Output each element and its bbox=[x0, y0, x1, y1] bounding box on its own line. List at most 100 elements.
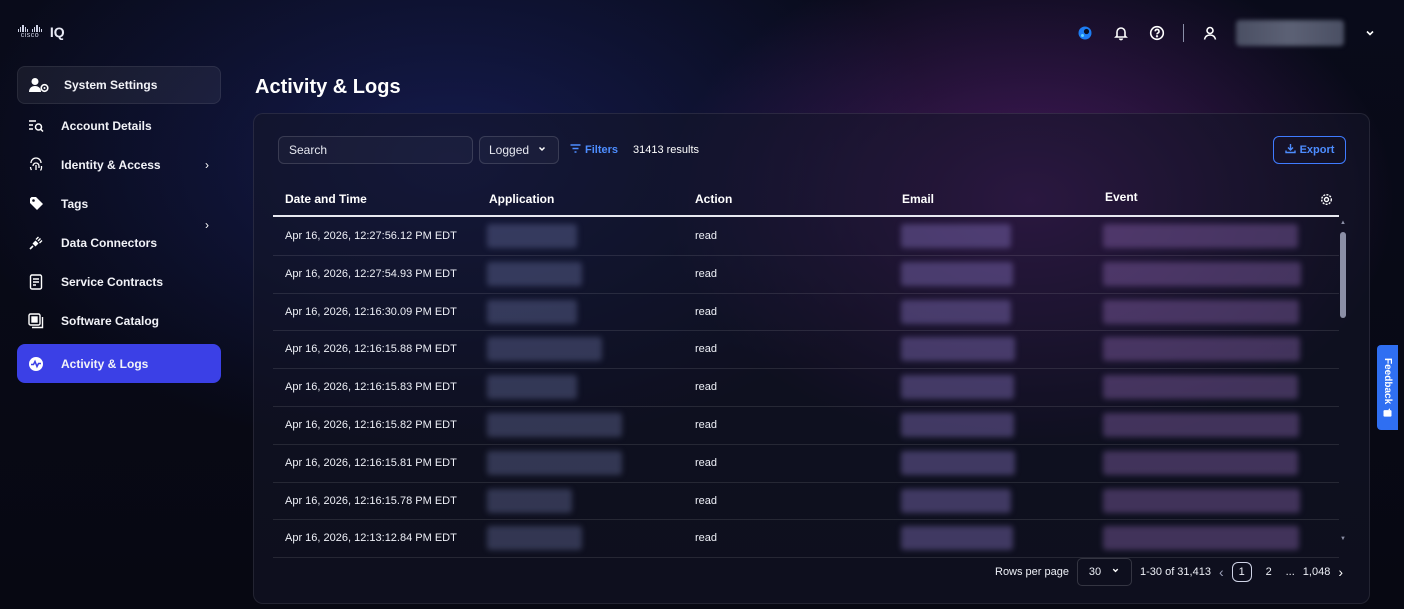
topbar-divider bbox=[1183, 24, 1184, 42]
cisco-iq-logo[interactable]: cisco IQ bbox=[18, 24, 65, 40]
rows-per-page-value: 30 bbox=[1088, 566, 1102, 578]
download-icon bbox=[1284, 143, 1296, 157]
cell-email-redacted bbox=[901, 261, 1013, 286]
table-row[interactable]: Apr 16, 2026, 12:16:15.82 PM EDT read bbox=[273, 407, 1339, 445]
plug-icon bbox=[27, 234, 45, 252]
filters-button[interactable]: Filters bbox=[570, 144, 618, 156]
cell-email-redacted bbox=[901, 526, 1013, 551]
search-input[interactable] bbox=[289, 143, 439, 157]
table-row[interactable]: Apr 16, 2026, 12:16:15.83 PM EDT read bbox=[273, 369, 1339, 407]
previous-page-icon[interactable]: ‹ bbox=[1219, 564, 1224, 580]
sidebar-item-label: Account Details bbox=[61, 118, 152, 133]
cell-application-redacted bbox=[487, 375, 577, 400]
cell-action: read bbox=[695, 456, 718, 469]
cell-application-redacted bbox=[487, 450, 622, 475]
sidebar-item-service-contracts[interactable]: Service Contracts bbox=[17, 262, 221, 301]
sidebar-item-identity-access[interactable]: Identity & Access › bbox=[17, 145, 221, 184]
table-scrollbar[interactable]: ▲ ▼ bbox=[1339, 220, 1347, 542]
cell-date-time: Apr 16, 2026, 12:16:15.78 PM EDT bbox=[285, 494, 457, 507]
page-range: 1-30 of 31,413 bbox=[1140, 566, 1211, 578]
sidebar-item-label: Service Contracts bbox=[61, 274, 164, 289]
cell-date-time: Apr 16, 2026, 12:16:30.09 PM EDT bbox=[285, 305, 457, 318]
list-search-icon bbox=[27, 117, 45, 135]
sidebar-item-tags[interactable]: Tags bbox=[17, 184, 221, 223]
sidebar-item-data-connectors[interactable]: Data Connectors bbox=[17, 223, 221, 262]
cell-action: read bbox=[695, 418, 718, 431]
cell-application-redacted bbox=[487, 299, 577, 324]
scroll-up-icon[interactable]: ▲ bbox=[1339, 220, 1347, 226]
help-icon[interactable] bbox=[1147, 23, 1167, 43]
column-settings-gear-icon[interactable] bbox=[1320, 193, 1333, 211]
sidebar-item-label: Data Connectors bbox=[61, 235, 158, 250]
sidebar-item-activity-logs[interactable]: Activity & Logs bbox=[17, 344, 221, 383]
page-button[interactable]: 2 bbox=[1260, 562, 1278, 582]
rows-per-page-select[interactable]: 30 bbox=[1077, 558, 1132, 586]
chevron-down-icon bbox=[1111, 566, 1120, 578]
cell-application-redacted bbox=[487, 412, 622, 437]
pagination: Rows per page 30 1-30 of 31,413 ‹ 1 2 ..… bbox=[995, 557, 1343, 587]
pagination-ellipsis: ... bbox=[1285, 566, 1295, 578]
cell-application-redacted bbox=[487, 261, 582, 286]
logo-wordmark: cisco bbox=[20, 32, 40, 39]
cell-action: read bbox=[695, 494, 718, 507]
column-header-application[interactable]: Application bbox=[489, 192, 554, 206]
column-header-email[interactable]: Email bbox=[902, 192, 934, 206]
table-row[interactable]: Apr 16, 2026, 12:16:15.81 PM EDT read bbox=[273, 445, 1339, 483]
page-button-current[interactable]: 1 bbox=[1231, 562, 1252, 582]
cell-event-redacted bbox=[1103, 526, 1299, 551]
scroll-down-icon[interactable]: ▼ bbox=[1339, 536, 1347, 542]
logs-panel: Logged Filters 31413 results Export Date… bbox=[253, 113, 1370, 604]
user-icon[interactable] bbox=[1200, 23, 1220, 43]
search-box[interactable] bbox=[278, 136, 473, 164]
chevron-right-icon: › bbox=[205, 157, 209, 172]
cell-action: read bbox=[695, 381, 718, 394]
filters-label: Filters bbox=[585, 144, 619, 156]
export-button[interactable]: Export bbox=[1273, 136, 1346, 164]
cell-event-redacted bbox=[1103, 224, 1298, 248]
cisco-logo-icon: cisco bbox=[18, 25, 42, 39]
chevron-down-icon bbox=[537, 143, 547, 157]
table-row[interactable]: Apr 16, 2026, 12:16:30.09 PM EDT read bbox=[273, 294, 1339, 332]
user-name-redacted[interactable] bbox=[1236, 20, 1344, 46]
cell-date-time: Apr 16, 2026, 12:16:15.88 PM EDT bbox=[285, 343, 457, 356]
logged-select-value: Logged bbox=[489, 143, 530, 157]
table-row[interactable]: Apr 16, 2026, 12:13:12.84 PM EDT read bbox=[273, 520, 1339, 559]
cell-email-redacted bbox=[901, 450, 1015, 475]
chevron-down-icon[interactable] bbox=[1360, 23, 1380, 43]
sidebar-system-settings[interactable]: System Settings › bbox=[17, 66, 221, 232]
cell-date-time: Apr 16, 2026, 12:27:56.12 PM EDT bbox=[285, 230, 457, 242]
sidebar-item-label: Tags bbox=[61, 196, 89, 211]
feedback-label: Feedback bbox=[1382, 357, 1393, 405]
cell-date-time: Apr 16, 2026, 12:27:54.93 PM EDT bbox=[285, 267, 457, 280]
cell-email-redacted bbox=[901, 224, 1011, 248]
bell-icon[interactable] bbox=[1111, 23, 1131, 43]
webex-icon[interactable] bbox=[1075, 23, 1095, 43]
cell-email-redacted bbox=[901, 299, 1011, 324]
table-row[interactable]: Apr 16, 2026, 12:16:15.88 PM EDT read bbox=[273, 331, 1339, 370]
cell-application-redacted bbox=[487, 526, 582, 551]
sidebar-item-account-details[interactable]: Account Details bbox=[17, 106, 221, 145]
page-button-last[interactable]: 1,048 bbox=[1303, 562, 1331, 582]
table-row[interactable]: Apr 16, 2026, 12:27:54.93 PM EDT read bbox=[273, 256, 1339, 294]
feedback-tab[interactable]: Feedback bbox=[1377, 345, 1398, 430]
filter-icon bbox=[570, 144, 581, 156]
cell-date-time: Apr 16, 2026, 12:13:12.84 PM EDT bbox=[285, 532, 457, 545]
scroll-thumb[interactable] bbox=[1340, 232, 1346, 318]
cell-application-redacted bbox=[487, 488, 572, 513]
contract-icon bbox=[27, 273, 45, 291]
cell-action: read bbox=[695, 343, 718, 356]
column-header-date[interactable]: Date and Time bbox=[285, 192, 367, 206]
column-header-action[interactable]: Action bbox=[695, 192, 732, 206]
cell-email-redacted bbox=[901, 412, 1014, 437]
table-row[interactable]: Apr 16, 2026, 12:16:15.78 PM EDT read bbox=[273, 483, 1339, 521]
sidebar: System Settings › Account Details Identi… bbox=[17, 66, 221, 383]
logged-select[interactable]: Logged bbox=[479, 136, 559, 164]
next-page-icon[interactable]: › bbox=[1338, 564, 1343, 580]
sidebar-item-software-catalog[interactable]: Software Catalog bbox=[17, 301, 221, 340]
column-header-event[interactable]: Event bbox=[1105, 190, 1138, 204]
cell-event-redacted bbox=[1103, 337, 1300, 362]
results-count: 31413 results bbox=[633, 144, 700, 156]
cell-event-redacted bbox=[1103, 412, 1299, 437]
table-row[interactable]: Apr 16, 2026, 12:27:56.12 PM EDT read bbox=[273, 218, 1339, 256]
cell-application-redacted bbox=[487, 337, 602, 362]
